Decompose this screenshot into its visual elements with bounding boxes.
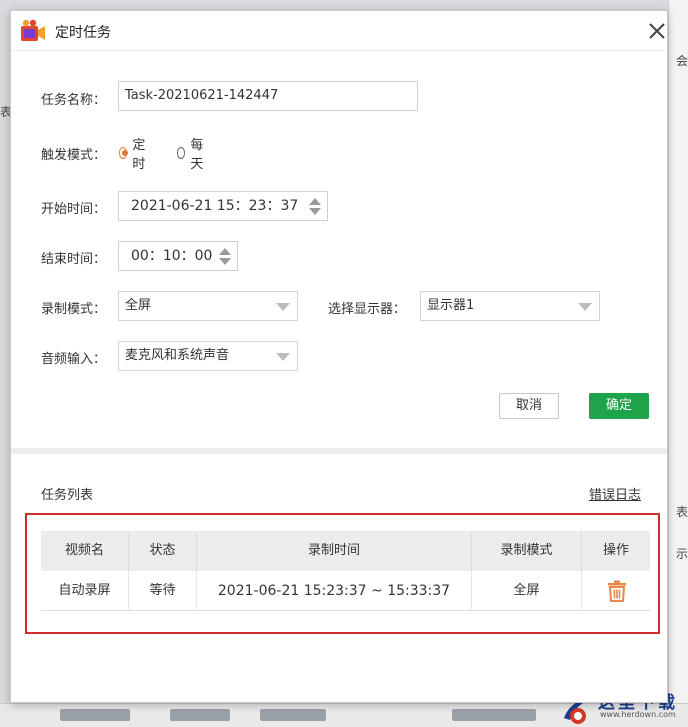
background-toolbar-item: [170, 709, 230, 721]
task-list-title: 任务列表: [41, 488, 94, 503]
radio-unchecked-icon: [177, 147, 186, 159]
end-time-label: 结束时间：: [41, 252, 107, 267]
background-text-fragment: 表: [676, 505, 688, 519]
chevron-down-icon: [276, 353, 290, 361]
display-select-label: 选择显示器：: [328, 302, 407, 317]
radio-timed-label: 定时: [132, 138, 146, 172]
spin-up-icon[interactable]: [308, 196, 322, 206]
watermark-url: www.herdown.com: [600, 710, 676, 719]
radio-daily-label: 每天: [190, 138, 204, 172]
spin-down-icon[interactable]: [218, 257, 232, 267]
chevron-down-icon: [578, 303, 592, 311]
dialog-title: 定时任务: [55, 25, 111, 41]
dialog-titlebar: 定时任务: [11, 11, 667, 51]
cell-record-time: 2021-06-21 15:23:37 ~ 15:33:37: [197, 571, 472, 611]
radio-daily[interactable]: 每天: [177, 138, 207, 172]
radio-checked-icon: [119, 147, 129, 159]
column-header-action: 操作: [602, 543, 629, 558]
background-app-panel: [668, 0, 688, 727]
column-header-record-time: 录制时间: [197, 531, 472, 571]
confirm-button[interactable]: 确定: [589, 393, 649, 419]
chevron-down-icon: [276, 303, 290, 311]
close-icon[interactable]: [645, 19, 669, 43]
task-table-highlight: 视频名 状态 录制时间 录制模式 操作 自动录屏 等待 2021-06-21 1…: [25, 513, 660, 634]
video-camera-icon: [21, 19, 45, 41]
audio-input-select[interactable]: 麦克风和系统声音: [118, 341, 298, 371]
end-time-value: 00：10：00: [131, 248, 213, 264]
radio-timed[interactable]: 定时: [119, 138, 149, 172]
task-name-label: 任务名称：: [41, 93, 107, 108]
spin-up-icon[interactable]: [218, 246, 232, 256]
cell-record-mode: 全屏: [472, 571, 582, 611]
background-toolbar-item: [452, 709, 536, 721]
audio-input-value: 麦克风和系统声音: [125, 348, 230, 363]
trash-icon[interactable]: [607, 580, 627, 602]
trigger-mode-label: 触发模式：: [41, 148, 107, 163]
cell-action: [582, 571, 650, 611]
start-time-spinner[interactable]: 2021-06-21 15：23：37: [118, 191, 328, 221]
cell-status: 等待: [129, 571, 197, 611]
error-log-link[interactable]: 错误日志: [589, 484, 641, 503]
start-time-label: 开始时间：: [41, 202, 107, 217]
table-row: 自动录屏 等待 2021-06-21 15:23:37 ~ 15:33:37 全…: [41, 571, 650, 611]
display-select[interactable]: 显示器1: [420, 291, 600, 321]
column-header-video-name: 视频名: [41, 531, 129, 571]
record-mode-label: 录制模式：: [41, 302, 107, 317]
section-divider: [11, 448, 667, 454]
display-value: 显示器1: [427, 298, 475, 313]
task-name-value: Task-20210621-142447: [125, 88, 279, 103]
spin-down-icon[interactable]: [308, 207, 322, 217]
end-time-spinner[interactable]: 00：10：00: [118, 241, 238, 271]
column-header-record-mode: 录制模式: [472, 531, 582, 571]
scheduled-task-dialog: 定时任务 任务名称： Task-20210621-142447 触发模式： 定时…: [10, 10, 668, 703]
audio-input-label: 音频输入：: [41, 352, 107, 367]
record-mode-select[interactable]: 全屏: [118, 291, 298, 321]
column-header-status: 状态: [129, 531, 197, 571]
task-name-input[interactable]: Task-20210621-142447: [118, 81, 418, 111]
table-header: 视频名 状态 录制时间 录制模式 操作: [41, 531, 650, 571]
background-toolbar-item: [260, 709, 326, 721]
background-text-fragment: 会: [676, 54, 688, 68]
cell-video-name: 自动录屏: [41, 571, 129, 611]
cancel-button[interactable]: 取消: [499, 393, 559, 419]
background-toolbar-item: [60, 709, 130, 721]
start-time-value: 2021-06-21 15：23：37: [131, 198, 299, 214]
record-mode-value: 全屏: [125, 298, 152, 313]
background-text-fragment: 示: [676, 547, 688, 561]
